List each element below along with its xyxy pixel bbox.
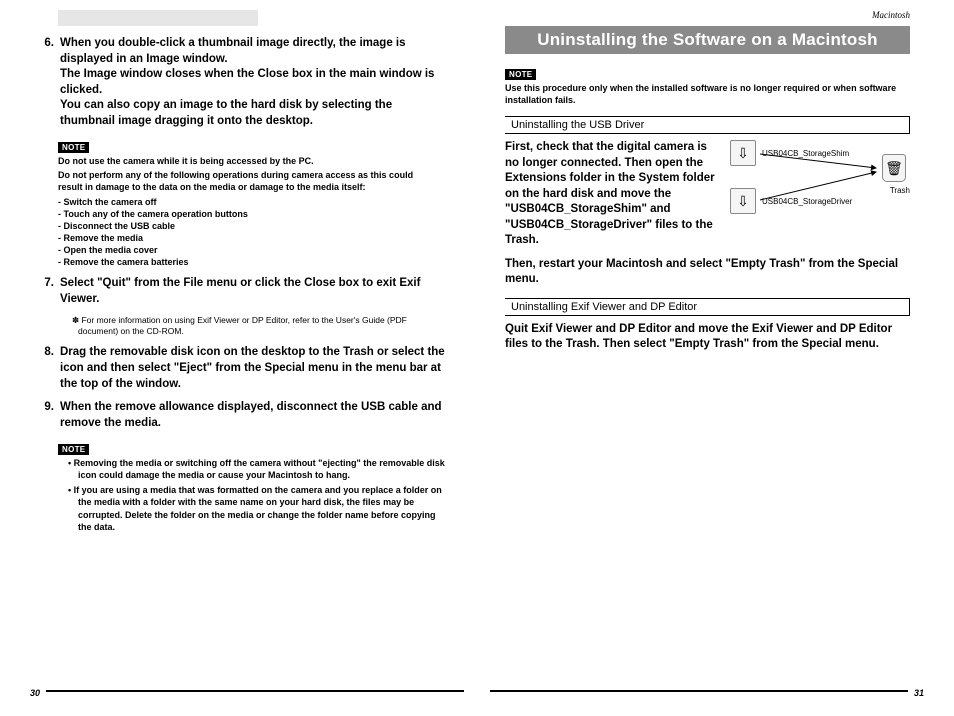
item-number: 8. xyxy=(40,345,60,392)
usb-restart-text: Then, restart your Macintosh and select … xyxy=(505,257,910,288)
item-text: Select "Quit" from the File menu or clic… xyxy=(60,276,445,307)
note-bullet: - Open the media cover xyxy=(58,244,445,256)
item-text: When the remove allowance displayed, dis… xyxy=(60,400,445,431)
note-bullet: • Removing the media or switching off th… xyxy=(68,457,445,481)
footer-rule xyxy=(46,690,464,692)
item-text: When you double-click a thumbnail image … xyxy=(60,36,445,129)
page-number-right: 31 xyxy=(914,688,924,698)
left-page: 6. When you double-click a thumbnail ima… xyxy=(10,0,465,696)
trash-label: Trash xyxy=(890,186,910,195)
note-bullet: - Disconnect the USB cable xyxy=(58,220,445,232)
header-macintosh: Macintosh xyxy=(505,10,910,20)
note-badge: NOTE xyxy=(505,69,536,80)
list-item-9: 9. When the remove allowance displayed, … xyxy=(40,400,445,431)
note-text: Use this procedure only when the install… xyxy=(505,82,902,106)
note-text: Do not use the camera while it is being … xyxy=(58,155,437,167)
footer-rule xyxy=(490,690,908,692)
note-bullet: - Remove the camera batteries xyxy=(58,256,445,268)
usb-instructions: First, check that the digital camera is … xyxy=(505,140,720,249)
section-header-usb: Uninstalling the USB Driver xyxy=(505,116,910,134)
note-badge: NOTE xyxy=(58,444,89,455)
right-page: Macintosh Uninstalling the Software on a… xyxy=(485,0,940,696)
list-item-7: 7. Select "Quit" from the File menu or c… xyxy=(40,276,445,307)
note-bullet: • If you are using a media that was form… xyxy=(68,484,445,533)
list-item-8: 8. Drag the removable disk icon on the d… xyxy=(40,345,445,392)
item-number: 6. xyxy=(40,36,60,129)
footnote: ✽ For more information on using Exif Vie… xyxy=(72,315,445,337)
note-text: Do not perform any of the following oper… xyxy=(58,169,437,193)
note-bullet: - Remove the media xyxy=(58,232,445,244)
item-number: 9. xyxy=(40,400,60,431)
file-icon: ⇩ xyxy=(730,140,756,166)
note-bullet: - Touch any of the camera operation butt… xyxy=(58,208,445,220)
exif-instructions: Quit Exif Viewer and DP Editor and move … xyxy=(505,322,910,353)
arrow-icon xyxy=(758,150,888,210)
page-title: Uninstalling the Software on a Macintosh xyxy=(505,26,910,54)
note-bullet: - Switch the camera off xyxy=(58,196,445,208)
item-number: 7. xyxy=(40,276,60,307)
section-header-exif: Uninstalling Exif Viewer and DP Editor xyxy=(505,298,910,316)
gray-header-box xyxy=(58,10,258,26)
list-item-6: 6. When you double-click a thumbnail ima… xyxy=(40,36,445,129)
item-text: Drag the removable disk icon on the desk… xyxy=(60,345,445,392)
usb-section: First, check that the digital camera is … xyxy=(505,140,910,257)
file-icon: ⇩ xyxy=(730,188,756,214)
note-badge: NOTE xyxy=(58,142,89,153)
page-number-left: 30 xyxy=(30,688,40,698)
usb-diagram: ⇩ USB04CB_StorageShim ⇩ USB04CB_StorageD… xyxy=(730,140,910,250)
